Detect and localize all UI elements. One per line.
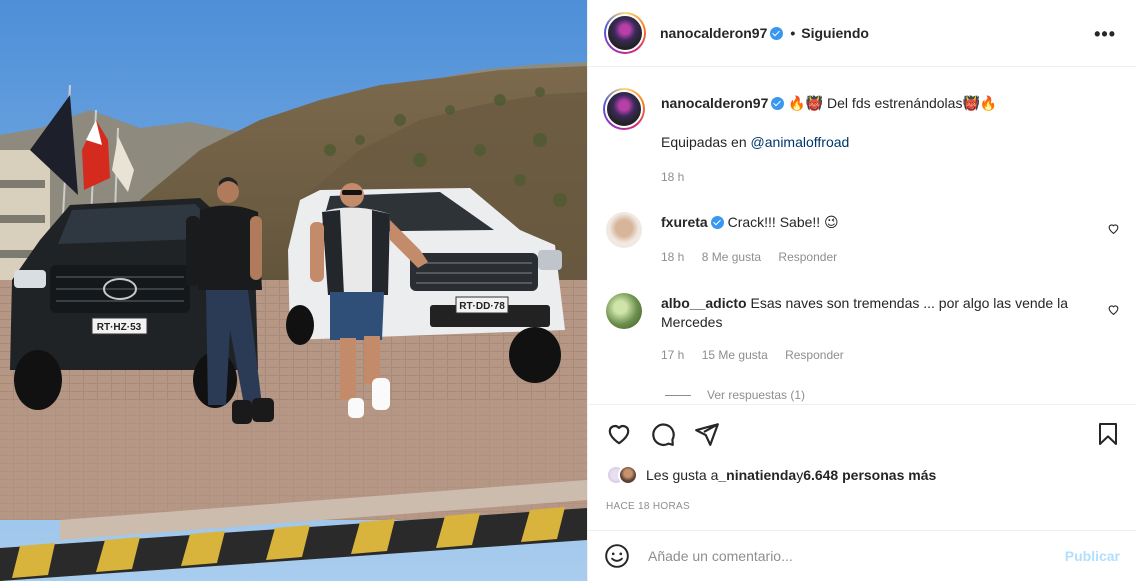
comment-icon[interactable] [650, 421, 676, 447]
likes-prefix: Les gusta a [646, 467, 719, 483]
view-replies-label: Ver respuestas (1) [707, 388, 806, 402]
post-header: nanocalderon97 • Siguiendo ••• [588, 0, 1136, 67]
view-replies-button[interactable]: Ver respuestas (1) [665, 388, 805, 402]
comment-likes[interactable]: 8 Me gusta [702, 250, 761, 264]
mention-link[interactable]: @animaloffroad [751, 134, 850, 150]
reply-button[interactable]: Responder [778, 250, 837, 264]
heart-icon[interactable] [606, 421, 632, 447]
bookmark-icon[interactable] [1096, 421, 1120, 447]
likes-summary[interactable]: Les gusta a _ninatienda y 6.648 personas… [606, 465, 936, 485]
post-panel: nanocalderon97 • Siguiendo ••• nanocalde… [587, 0, 1136, 581]
caption-emoji-prefix: 🔥👹 [788, 95, 824, 111]
comment-likes[interactable]: 15 Me gusta [702, 348, 768, 362]
like-comment-icon[interactable] [1107, 303, 1120, 316]
caption-text: Del fds estrenándolas [827, 95, 963, 111]
comment-text: Crack!!! Sabe!! 😉 [727, 214, 839, 230]
plate-right-text: RT·DD·78 [459, 301, 505, 312]
author-avatar[interactable] [604, 12, 646, 54]
likes-user[interactable]: _ninatienda [718, 467, 796, 483]
caption-line2: Equipadas en [661, 134, 751, 150]
comment-username[interactable]: albo__adicto [661, 295, 747, 311]
caption-time: 18 h [661, 170, 685, 184]
publish-button[interactable]: Publicar [1065, 548, 1120, 564]
likes-count[interactable]: 6.648 personas más [803, 467, 936, 483]
likes-middle: y [796, 467, 804, 483]
following-button[interactable]: Siguiendo [801, 25, 869, 41]
caption-avatar[interactable] [603, 88, 645, 130]
comment-time: 18 h [661, 250, 685, 264]
emoji-icon[interactable] [604, 543, 630, 569]
post-photo[interactable]: RT·HZ·53 RT·DD·78 [0, 0, 587, 581]
share-icon[interactable] [694, 421, 720, 447]
comment-input[interactable]: Añade un comentario... [648, 548, 1065, 564]
plate-left-text: RT·HZ·53 [97, 322, 142, 333]
more-icon[interactable]: ••• [1094, 24, 1116, 45]
caption: nanocalderon97 🔥👹 Del fds estrenándolas👹… [603, 88, 1120, 184]
like-comment-icon[interactable] [1107, 222, 1120, 235]
commenter-avatar[interactable] [606, 212, 642, 248]
comment-item: fxureta Crack!!! Sabe!! 😉 18 h 8 Me gust… [606, 212, 1120, 264]
comment-composer: Añade un comentario... Publicar [588, 530, 1136, 581]
commenter-avatar[interactable] [606, 293, 642, 329]
comment-time: 17 h [661, 348, 685, 362]
separator-dot: • [790, 25, 796, 41]
comment-username[interactable]: fxureta [661, 214, 708, 230]
reply-button[interactable]: Responder [785, 348, 844, 362]
post-timestamp[interactable]: HACE 18 HORAS [606, 501, 690, 512]
author-username[interactable]: nanocalderon97 [660, 25, 767, 41]
verified-icon [710, 216, 724, 229]
comment-item: albo__adicto Esas naves son tremendas ..… [606, 293, 1120, 362]
verified-icon [770, 26, 784, 40]
verified-icon [771, 97, 785, 110]
post-image: RT·HZ·53 RT·DD·78 [0, 0, 587, 581]
caption-username[interactable]: nanocalderon97 [661, 95, 768, 111]
post-actions: Les gusta a _ninatienda y 6.648 personas… [588, 404, 1136, 530]
caption-emoji-suffix: 👹🔥 [962, 95, 998, 111]
comments-list[interactable]: nanocalderon97 🔥👹 Del fds estrenándolas👹… [588, 68, 1136, 403]
liker-avatar [618, 465, 638, 485]
